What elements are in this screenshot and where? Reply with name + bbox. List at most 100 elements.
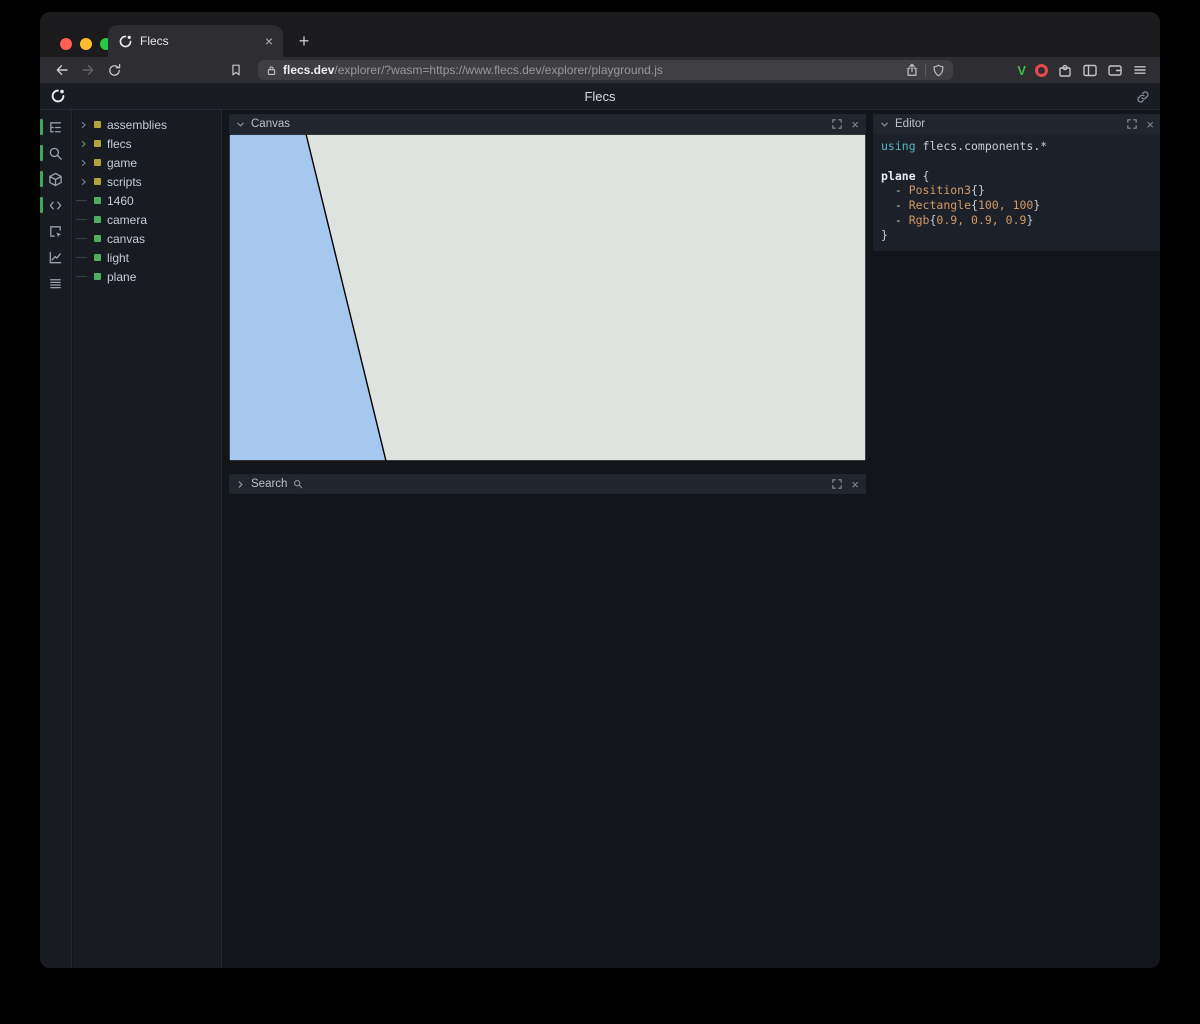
chevron-right-icon [80, 140, 88, 148]
puzzle-icon [1057, 62, 1073, 78]
inspect-cursor-icon [48, 224, 63, 239]
tree-row-lead [80, 229, 91, 248]
canvas-3d-viewport[interactable] [229, 134, 866, 461]
window-controls [60, 38, 112, 50]
browser-window: Flecs × + flecs.dev/explorer/?wasm=https… [40, 12, 1160, 968]
tree-guide-line [76, 257, 87, 258]
sidebar-item-rows[interactable] [40, 270, 71, 296]
collapse-button[interactable] [880, 120, 889, 129]
panel-title: Canvas [251, 118, 290, 130]
tab-title: Flecs [140, 34, 258, 48]
tree-item-label: flecs [107, 137, 132, 151]
tree-row-lead [80, 210, 91, 229]
editor-code[interactable]: using flecs.components.* plane { - Posit… [873, 134, 1160, 251]
forward-button[interactable] [78, 60, 98, 80]
panel-actions: × [832, 478, 859, 491]
shield-button[interactable] [932, 64, 945, 77]
search-icon [48, 146, 63, 161]
tree-row-lead [80, 248, 91, 267]
app-main: assemblies flecs game [40, 110, 1160, 968]
extensions-button[interactable] [1057, 62, 1073, 78]
back-button[interactable] [52, 60, 72, 80]
tree-row-lead [80, 267, 91, 286]
share-link-button[interactable] [1136, 90, 1150, 104]
tab-close-button[interactable]: × [265, 34, 273, 48]
tree-item-label: game [107, 156, 137, 170]
expand-button[interactable] [236, 480, 245, 489]
stats-chart-icon [48, 250, 63, 265]
extension-v-button[interactable]: V [1017, 63, 1026, 78]
browser-toolbar: flecs.dev/explorer/?wasm=https://www.fle… [40, 57, 1160, 83]
search-panel-header[interactable]: Search × [229, 474, 866, 494]
tree-item-label: canvas [107, 232, 145, 246]
tree-row-lead [80, 115, 91, 134]
panel-title: Editor [895, 118, 925, 130]
address-bar[interactable]: flecs.dev/explorer/?wasm=https://www.fle… [258, 60, 953, 80]
close-panel-button[interactable]: × [851, 118, 859, 131]
tree-guide-line [76, 238, 87, 239]
entity-color-dot [94, 178, 101, 185]
fullscreen-icon[interactable] [832, 119, 842, 129]
sidebar-item-entities[interactable] [40, 166, 71, 192]
fullscreen-icon[interactable] [832, 479, 842, 489]
chevron-right-icon [80, 178, 88, 186]
bookmark-icon [229, 63, 243, 77]
share-button[interactable] [905, 63, 919, 77]
collapse-button[interactable] [236, 120, 245, 129]
sidebar-item-tree[interactable] [40, 114, 71, 140]
magnifier-icon [293, 479, 303, 489]
tree-item-label: scripts [107, 175, 142, 189]
sidebar-panel-icon [1082, 62, 1098, 78]
tree-guide-line [76, 200, 87, 201]
reload-icon [107, 63, 122, 78]
reload-button[interactable] [104, 60, 124, 80]
entity-color-dot [94, 197, 101, 204]
tree-item-label: camera [107, 213, 147, 227]
sidebar-item-stats[interactable] [40, 244, 71, 270]
code-icon [48, 198, 63, 213]
tree-row[interactable]: camera [73, 210, 221, 229]
close-panel-button[interactable]: × [851, 478, 859, 491]
extension-red-button[interactable] [1035, 64, 1048, 77]
tree-row[interactable]: 1460 [73, 191, 221, 210]
editor-panel-header[interactable]: Editor × [873, 114, 1160, 134]
sidebar-item-code[interactable] [40, 192, 71, 218]
sidebar-item-search[interactable] [40, 140, 71, 166]
browser-tab[interactable]: Flecs × [108, 25, 283, 57]
minimize-window-button[interactable] [80, 38, 92, 50]
sidebar-toggle-button[interactable] [1082, 62, 1098, 78]
panel-title: Search [251, 478, 287, 490]
tree-item-label: assemblies [107, 118, 167, 132]
fullscreen-icon[interactable] [1127, 119, 1137, 129]
wallet-button[interactable] [1107, 62, 1123, 78]
tree-row[interactable]: game [73, 153, 221, 172]
bookmark-button[interactable] [226, 60, 246, 80]
chevron-down-icon [880, 120, 889, 129]
chevron-right-icon [80, 121, 88, 129]
browser-menu-button[interactable] [1132, 62, 1148, 78]
share-icon [905, 63, 919, 77]
close-window-button[interactable] [60, 38, 72, 50]
tab-strip: Flecs × + [40, 12, 1160, 57]
new-tab-button[interactable]: + [292, 29, 316, 53]
chevron-right-icon [80, 159, 88, 167]
page-title: Flecs [40, 89, 1160, 104]
close-panel-button[interactable]: × [1146, 118, 1154, 131]
sidebar-item-inspect[interactable] [40, 218, 71, 244]
tree-row[interactable]: plane [73, 267, 221, 286]
search-panel: Search × [229, 474, 866, 494]
tree-row[interactable]: flecs [73, 134, 221, 153]
tree-row[interactable]: scripts [73, 172, 221, 191]
url-domain: flecs.dev [283, 63, 334, 77]
flecs-favicon [118, 34, 133, 49]
entity-tree-icon [48, 120, 63, 135]
tree-row[interactable]: light [73, 248, 221, 267]
tree-row-lead [80, 134, 91, 153]
back-arrow-icon [54, 62, 70, 78]
tree-row[interactable]: assemblies [73, 115, 221, 134]
tree-row[interactable]: canvas [73, 229, 221, 248]
entity-color-dot [94, 159, 101, 166]
canvas-panel-header[interactable]: Canvas × [229, 114, 866, 134]
tree-row-lead [80, 153, 91, 172]
entity-color-dot [94, 254, 101, 261]
